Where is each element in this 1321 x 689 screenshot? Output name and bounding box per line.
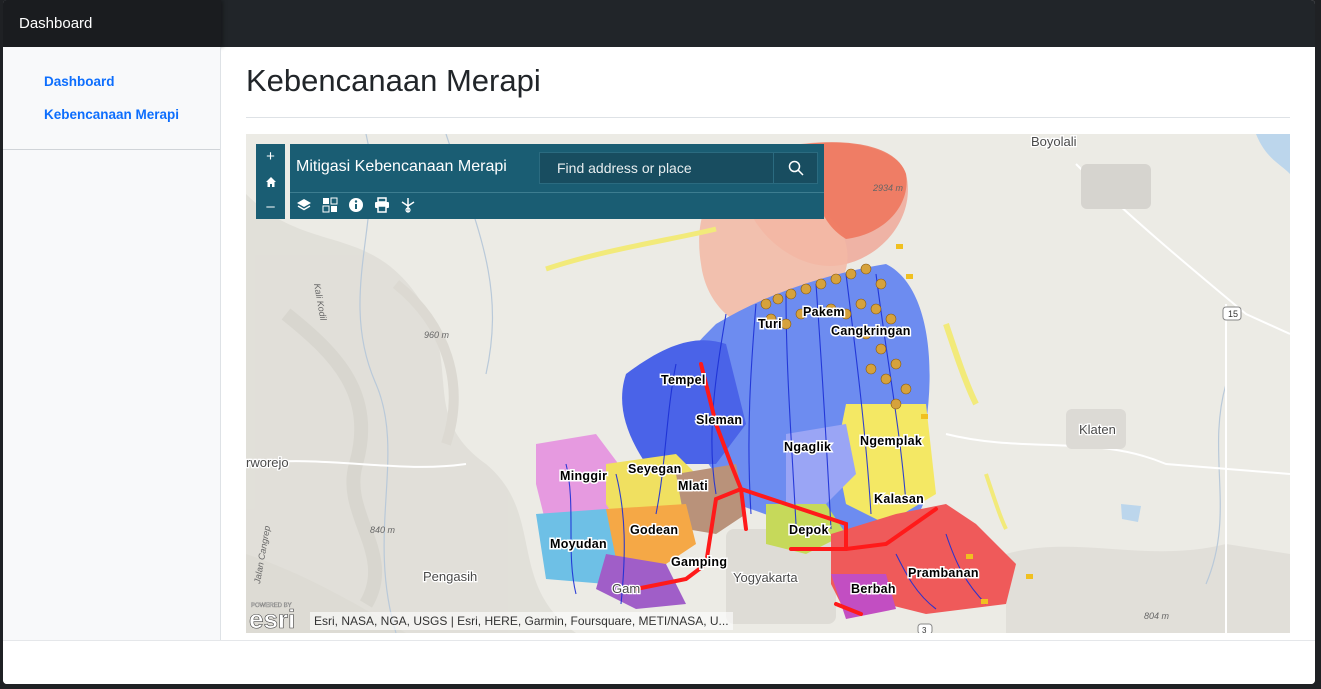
label-purworejo: rworejo [246,455,289,470]
sidebar: Dashboard Kebencanaan Merapi [3,47,221,640]
navbar-brand[interactable]: Dashboard [3,0,221,47]
title-divider [246,117,1290,118]
district-label-pakem: Pakem [803,305,845,319]
label-boyolali: Boyolali [1031,134,1077,149]
district-label-turi: Turi [758,317,782,331]
app-header-panel: Mitigasi Kebencanaan Merapi [290,144,824,219]
home-button[interactable] [256,169,285,194]
basemap-gallery-icon [322,197,338,213]
district-label-moyudan: Moyudan [550,537,607,551]
label-pengasih: Pengasih [423,569,477,584]
search-button[interactable] [773,153,817,183]
measure-icon [401,198,415,213]
search-widget [539,152,818,184]
top-navbar: Dashboard [3,0,1315,47]
app-frame: Dashboard Dashboard Kebencanaan Merapi K… [3,0,1315,684]
label-klaten: Klaten [1079,422,1116,437]
district-label-godean: Godean [630,523,678,537]
district-label-ngaglik: Ngaglik [784,440,831,454]
layers-button[interactable] [296,197,314,215]
district-label-kalasan: Kalasan [874,492,924,506]
road-shield-3: 3 [917,623,933,633]
info-icon [349,198,363,212]
label-gamping-edge: Gam [612,581,640,596]
measure-button[interactable] [400,197,418,215]
label-yogyakarta: Yogyakarta [733,570,798,585]
print-button[interactable] [374,197,392,215]
label-elev-804: 804 m [1144,611,1170,621]
print-icon [375,197,389,213]
search-input[interactable] [540,153,775,183]
label-elev-2934: 2934 m [872,183,904,193]
footer [3,640,1315,684]
district-label-tempel: Tempel [661,373,706,387]
app-title: Mitigasi Kebencanaan Merapi [296,158,507,175]
zoom-in-button[interactable]: + [256,144,285,169]
tool-bar [290,192,824,219]
district-label-minggir: Minggir [560,469,607,483]
svg-text:15: 15 [1228,309,1238,319]
info-button[interactable] [348,197,366,215]
district-label-berbah: Berbah [851,582,896,596]
district-label-depok: Depok [789,523,829,537]
layers-icon [297,199,311,211]
sidebar-item-kebencanaan-merapi[interactable]: Kebencanaan Merapi [3,98,220,131]
svg-text:esri: esri [249,604,295,630]
zoom-out-button[interactable]: – [256,194,285,219]
page-title: Kebencanaan Merapi [246,63,541,98]
home-icon [265,177,276,188]
map-attribution[interactable]: Esri, NASA, NGA, USGS | Esri, HERE, Garm… [310,612,733,630]
basemap-gallery-button[interactable] [322,197,340,215]
label-elev-840: 840 m [370,525,396,535]
svg-text:3: 3 [922,626,927,633]
zoom-control: + – [256,144,285,219]
district-label-sleman: Sleman [696,413,742,427]
district-label-prambanan: Prambanan [908,566,979,580]
esri-logo: POWERED BY esri [249,600,311,633]
boyolali-town [1081,164,1151,209]
district-label-ngemplak: Ngemplak [860,434,922,448]
map-view[interactable]: Boyolali Klaten Yogyakarta Pengasih rwor… [246,134,1290,633]
sidebar-nav: Dashboard Kebencanaan Merapi [3,47,220,150]
label-elev-960: 960 m [424,330,450,340]
district-label-seyegan: Seyegan [628,462,682,476]
sidebar-item-dashboard[interactable]: Dashboard [3,65,220,98]
district-label-mlati: Mlati [678,479,708,493]
district-label-gamping: Gamping [671,555,727,569]
district-label-cangkringan: Cangkringan [831,324,911,338]
road-shield-15: 15 [1222,306,1242,321]
search-icon [788,160,804,176]
